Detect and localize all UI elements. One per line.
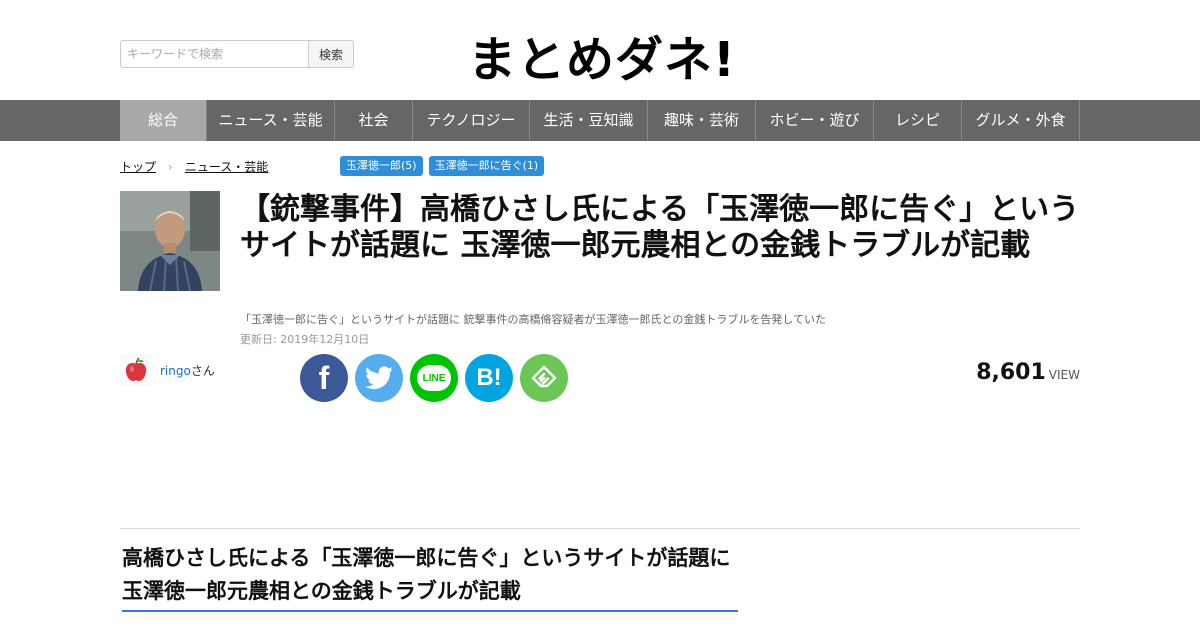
view-count-number: 8,601 [976,360,1046,385]
article-thumbnail [120,191,220,291]
author-honorific: さん [190,363,215,378]
view-count: 8,601 VIEW [976,360,1080,385]
tag-list: 玉澤徳一郎(5) 玉澤徳一郎に告ぐ(1) [340,156,545,176]
nav-item-life[interactable]: 生活・豆知識 [530,100,648,141]
nav-item-technology[interactable]: テクノロジー [413,100,530,141]
feedly-icon [531,365,557,388]
view-count-label: VIEW [1048,368,1080,382]
author: ringoさん [120,354,215,386]
twitter-icon [365,366,393,390]
site-header: 検索 まとめダネ! [0,0,1200,100]
share-buttons: f LINE B! [300,354,568,402]
nav-item-news[interactable]: ニュース・芸能 [207,100,335,141]
article-description: 「玉澤徳一郎に告ぐ」というサイトが話題に 銃撃事件の高橋脩容疑者が玉澤徳一郎氏と… [240,313,827,326]
nav-item-hobby-art[interactable]: 趣味・芸術 [648,100,756,141]
nav-item-general[interactable]: 総合 [120,100,207,141]
divider [120,528,1080,529]
search-input[interactable] [120,40,309,68]
breadcrumb-news[interactable]: ニュース・芸能 [185,158,268,175]
tag-tamazawa-notice[interactable]: 玉澤徳一郎に告ぐ(1) [428,156,545,176]
apple-icon [125,357,147,382]
tag-tamazawa[interactable]: 玉澤徳一郎(5) [340,156,423,176]
author-avatar[interactable] [120,354,152,386]
twitter-share-button[interactable] [355,354,403,402]
nav-item-society[interactable]: 社会 [335,100,413,141]
category-nav: 総合 ニュース・芸能 社会 テクノロジー 生活・豆知識 趣味・芸術 ホビー・遊び… [0,100,1200,141]
search-button[interactable]: 検索 [309,40,354,68]
breadcrumb: トップ › ニュース・芸能 [120,158,268,175]
line-share-button[interactable]: LINE [410,354,458,402]
author-username[interactable]: ringo [160,364,191,378]
nav-item-gourmet[interactable]: グルメ・外食 [962,100,1080,141]
line-icon: LINE [417,365,451,391]
section-heading: 高橋ひさし氏による「玉澤徳一郎に告ぐ」というサイトが話題に 玉澤徳一郎元農相との… [122,542,738,612]
article-updated-date: 更新日: 2019年12月10日 [240,333,370,346]
article-title: 【銃撃事件】高橋ひさし氏による「玉澤徳一郎に告ぐ」というサイトが話題に 玉澤徳一… [240,192,1080,263]
site-logo[interactable]: まとめダネ! [468,20,736,90]
hatena-bookmark-share-button[interactable]: B! [465,354,513,402]
breadcrumb-separator-icon: › [168,159,173,174]
search-form: 検索 [120,40,354,68]
breadcrumb-top[interactable]: トップ [120,158,156,175]
nav-item-hobby-play[interactable]: ホビー・遊び [756,100,874,141]
author-name: ringoさん [160,362,215,379]
nav-item-recipe[interactable]: レシピ [874,100,962,141]
facebook-share-button[interactable]: f [300,354,348,402]
facebook-icon: f [318,359,330,396]
hatena-bookmark-icon: B! [476,364,502,391]
feedly-share-button[interactable] [520,354,568,402]
